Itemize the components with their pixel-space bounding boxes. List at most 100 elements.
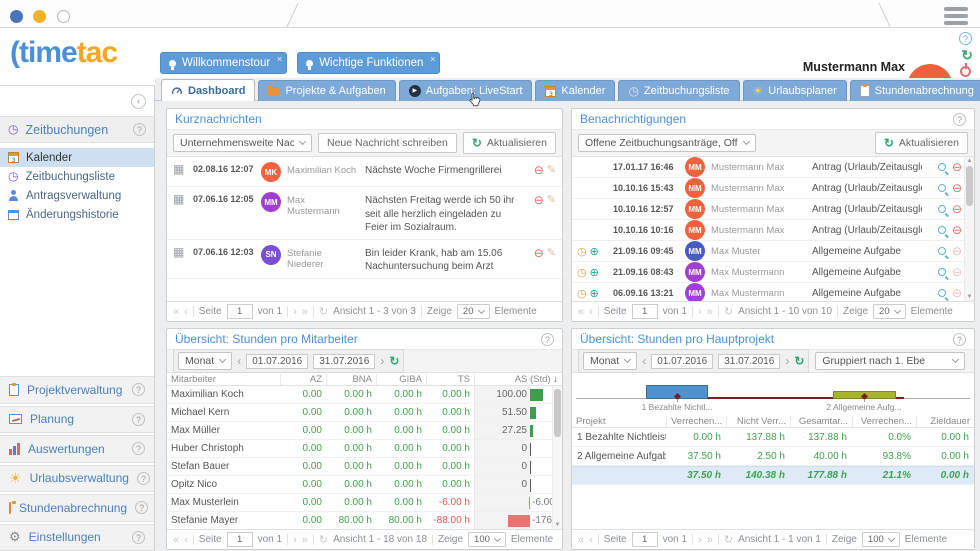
first-page-icon[interactable]: « [578,534,584,546]
sidebar-group-zeitbuchungen[interactable]: ◷ Zeitbuchungen ? [0,116,154,143]
notification-row[interactable]: ◷⊕ 21.09.16 08:43 MM Max Mustermann Allg… [572,262,974,283]
column-as[interactable]: AS (Std) ↓ [474,374,562,385]
prev-page-icon[interactable]: ‹ [184,306,188,318]
notification-row[interactable]: ◷⊕ 21.09.16 09:45 MM Max Muster Allgemei… [572,241,974,262]
scroll-up-icon[interactable]: ▲ [965,158,974,164]
pager-refresh-icon[interactable]: ↻ [319,533,328,546]
first-page-icon[interactable]: « [173,306,179,318]
edit-icon[interactable]: ✎ [547,194,556,206]
column-giba[interactable]: GIBA [376,374,426,385]
logout-power-icon[interactable] [960,66,971,77]
column-verrechenbar[interactable]: Verrechen... [666,416,726,427]
employee-row[interactable]: Michael Kern 0.00 0.00 h 0.00 h 0.00 h 5… [167,404,562,422]
message-row[interactable]: ▦ 02.08.16 12:07 MK Maximilian Koch Näch… [167,157,562,187]
page-input[interactable] [632,532,658,547]
period-select[interactable]: Monat [583,352,637,370]
tab-urlaubsplaner[interactable]: ☀ Urlaubsplaner [743,80,847,101]
tab-aufgaben-livestart[interactable]: ▶ Aufgaben: LiveStart [399,80,533,101]
sidebar-section-urlaubsverwaltung[interactable]: ☀ Urlaubsverwaltung ? [0,465,154,493]
sidebar-item-aenderungshistorie[interactable]: Änderungshistorie [0,205,154,224]
employee-row[interactable]: Maximilian Koch 0.00 0.00 h 0.00 h 0.00 … [167,386,562,404]
date-to-input[interactable]: 31.07.2016 [313,354,375,369]
refresh-icon[interactable]: ↻ [389,354,399,368]
hamburger-menu-icon[interactable] [944,4,968,28]
view-details-icon[interactable] [938,268,946,276]
tab-dashboard[interactable]: Dashboard [161,79,255,101]
sidebar-item-antragsverwaltung[interactable]: Antragsverwaltung [0,186,154,205]
edit-icon[interactable]: ✎ [547,247,556,259]
pager-refresh-icon[interactable]: ↻ [724,533,733,546]
column-ts[interactable]: TS [426,374,474,385]
delete-icon[interactable]: ⊖ [534,247,544,259]
refresh-button[interactable]: ↻Aktualisieren [463,132,556,154]
date-from-input[interactable]: 01.07.2016 [246,354,308,369]
prev-page-icon[interactable]: ‹ [589,306,593,318]
scroll-thumb[interactable] [966,166,973,206]
scroll-down-icon[interactable]: ▼ [965,294,974,300]
dismiss-icon[interactable]: ⊖ [952,266,962,278]
prev-page-icon[interactable]: ‹ [184,534,188,546]
view-details-icon[interactable] [938,163,946,171]
sidebar-section-stundenabrechnung[interactable]: Stundenabrechnung ? [0,494,154,522]
add-booking-icon[interactable]: ⊕ [590,287,599,300]
view-details-icon[interactable] [938,226,946,234]
help-icon[interactable]: ? [132,383,145,396]
last-page-icon[interactable]: » [302,306,308,318]
next-page-icon[interactable]: › [293,306,297,318]
help-icon[interactable]: ? [541,333,554,346]
help-icon[interactable]: ? [132,531,145,544]
page-size-select[interactable]: 20 [457,304,490,319]
pager-refresh-icon[interactable]: ↻ [319,305,328,318]
dismiss-icon[interactable]: ⊖ [952,224,962,236]
page-size-select[interactable]: 20 [873,304,906,319]
date-from-input[interactable]: 01.07.2016 [651,354,713,369]
last-page-icon[interactable]: » [707,534,713,546]
last-page-icon[interactable]: » [302,534,308,546]
message-row[interactable]: ▦ 07.06.16 12:03 SN Stefanie Niederer Bi… [167,240,562,279]
sidebar-collapse-icon[interactable]: ‹ [131,94,146,109]
tab-kalender[interactable]: 3 Kalender [535,80,615,101]
page-size-select[interactable]: 100 [468,532,506,547]
close-icon[interactable]: × [430,54,435,64]
employee-row[interactable]: Max Müller 0.00 0.00 h 0.00 h 0.00 h 27.… [167,422,562,440]
column-verrechenbar-prozent[interactable]: Verrechen... [852,416,916,427]
scroll-down-icon[interactable]: ▼ [553,522,562,528]
page-input[interactable] [632,304,658,319]
help-icon[interactable]: ? [133,123,146,136]
add-booking-icon[interactable]: ⊕ [590,266,599,279]
first-page-icon[interactable]: « [173,534,179,546]
willkommenstour-button[interactable]: Willkommenstour × [160,52,287,74]
notification-row[interactable]: 17.01.17 16:46 MM Mustermann Max Antrag … [572,157,974,178]
reload-icon[interactable]: ↻ [961,47,973,64]
tab-zeitbuchungsliste[interactable]: ◷ Zeitbuchungsliste [618,80,739,101]
next-page-icon[interactable]: › [293,534,297,546]
next-period-icon[interactable]: › [785,354,789,368]
date-to-input[interactable]: 31.07.2016 [718,354,780,369]
project-row[interactable]: 1 Bezahlte Nichtleistungstätigke... 0.00… [572,428,974,447]
help-icon[interactable]: ? [959,32,972,45]
column-gesamtarbeit[interactable]: Gesamtar... [790,416,852,427]
next-page-icon[interactable]: › [698,534,702,546]
notification-row[interactable]: 10.10.16 12:57 MM Mustermann Max Antrag … [572,199,974,220]
edit-icon[interactable]: ✎ [547,164,556,176]
dismiss-icon[interactable]: ⊖ [952,203,962,215]
delete-icon[interactable]: ⊖ [534,194,544,206]
employee-row[interactable]: Stefan Bauer 0.00 0.00 h 0.00 h 0.00 h 0 [167,458,562,476]
column-zieldauer[interactable]: Zieldauer [916,416,974,427]
view-details-icon[interactable] [938,205,946,213]
dismiss-icon[interactable]: ⊖ [952,245,962,257]
window-dot-white[interactable] [57,10,70,23]
dismiss-icon[interactable]: ⊖ [952,182,962,194]
scrollbar[interactable]: ▼ [552,386,562,529]
refresh-icon[interactable]: ↻ [794,354,804,368]
sidebar-section-projektverwaltung[interactable]: Projektverwaltung ? [0,376,154,404]
refresh-button[interactable]: ↻Aktualisieren [875,132,968,154]
employee-row[interactable]: Opitz Nico 0.00 0.00 h 0.00 h 0.00 h 0 [167,476,562,494]
help-icon[interactable]: ? [132,413,145,426]
add-booking-icon[interactable]: ⊕ [590,245,599,258]
column-az[interactable]: AZ [280,374,326,385]
sidebar-item-zeitbuchungsliste[interactable]: ◷ Zeitbuchungsliste [0,167,154,186]
help-icon[interactable]: ? [137,472,150,485]
prev-period-icon[interactable]: ‹ [642,354,646,368]
help-icon[interactable]: ? [132,442,145,455]
